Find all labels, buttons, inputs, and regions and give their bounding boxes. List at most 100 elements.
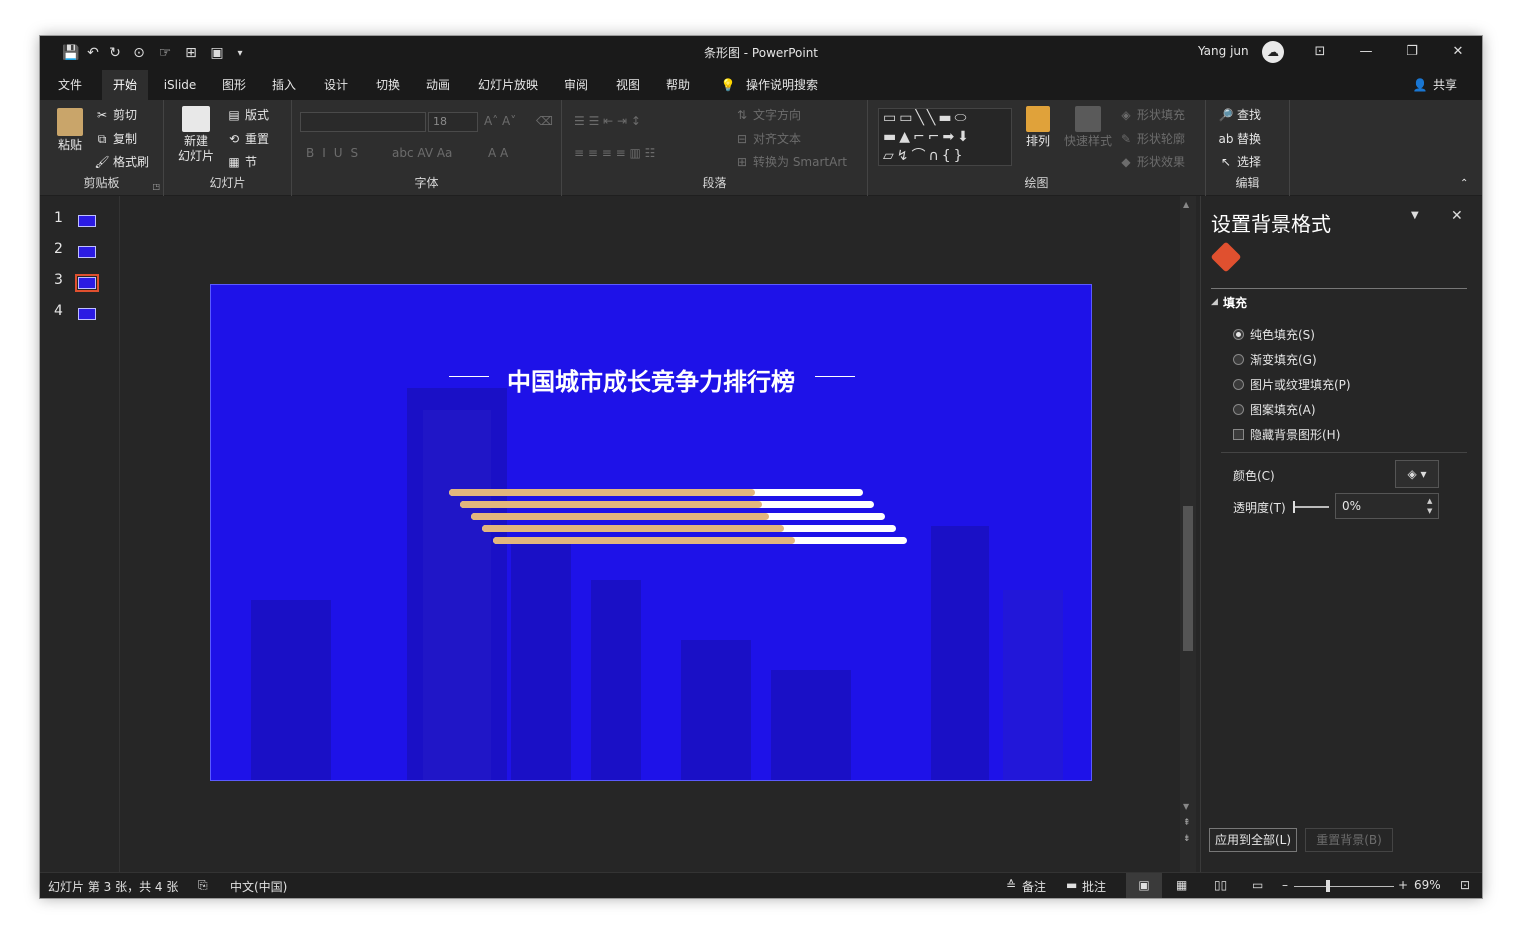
slideshow-view-icon[interactable]: ▭: [1252, 878, 1263, 892]
copy-button[interactable]: ⧉ 复制: [94, 130, 137, 147]
radio-checked[interactable]: [1233, 329, 1244, 340]
text-direction-button[interactable]: ⇅ 文字方向: [734, 106, 801, 123]
comments-button[interactable]: 批注: [1082, 878, 1106, 895]
shape-effects-button[interactable]: ◆ 形状效果: [1118, 153, 1185, 170]
format-painter-qat-icon[interactable]: ⊞: [178, 45, 204, 61]
pane-options-icon[interactable]: ▼: [1411, 210, 1419, 221]
paste-button[interactable]: 粘贴: [52, 108, 88, 153]
bar-track[interactable]: [482, 525, 896, 532]
undo-icon[interactable]: ↶: [82, 45, 104, 61]
gradient-fill-option[interactable]: 渐变填充(G): [1233, 351, 1317, 368]
tab-slideshow[interactable]: 幻灯片放映: [470, 70, 546, 100]
zoom-slider-thumb[interactable]: [1326, 880, 1330, 892]
tab-home[interactable]: 开始: [102, 70, 148, 100]
redo-icon[interactable]: ↻: [104, 45, 126, 61]
font-size-field[interactable]: 18: [428, 112, 478, 132]
font-color-icon[interactable]: A A: [488, 146, 508, 160]
quick-styles-button[interactable]: 快速样式: [1062, 106, 1114, 149]
align-icons[interactable]: ≡ ≡ ≡ ≡ ▥ ☷: [574, 146, 655, 160]
slide-title[interactable]: 中国城市成长竞争力排行榜: [211, 362, 1091, 397]
bar-track[interactable]: [471, 513, 885, 520]
slide-sorter-icon[interactable]: ▦: [1176, 878, 1187, 892]
slide-thumbnail[interactable]: [78, 246, 96, 258]
section-button[interactable]: ▦ 节: [226, 153, 257, 170]
transparency-slider[interactable]: [1293, 506, 1329, 508]
apply-to-all-button[interactable]: 应用到全部(L): [1209, 828, 1297, 852]
close-button[interactable]: ✕: [1444, 42, 1472, 62]
spin-icon[interactable]: ▲ ▼: [1427, 496, 1432, 516]
grow-font-icon[interactable]: A˄ A˅: [484, 114, 516, 128]
customize-qat-icon[interactable]: ▾: [230, 48, 250, 59]
reset-button[interactable]: ⟲ 重置: [226, 130, 269, 147]
next-slide-icon[interactable]: ⇟: [1183, 834, 1191, 844]
scroll-thumb[interactable]: [1183, 506, 1193, 651]
reset-background-button[interactable]: 重置背景(B): [1305, 828, 1393, 852]
fit-to-window-icon[interactable]: ⊡: [1460, 878, 1470, 892]
tab-animations[interactable]: 动画: [418, 70, 458, 100]
radio[interactable]: [1233, 354, 1244, 365]
notes-button[interactable]: 备注: [1022, 878, 1046, 895]
collapse-section-icon[interactable]: ◢: [1211, 297, 1218, 307]
tab-insert[interactable]: 插入: [264, 70, 304, 100]
save-icon[interactable]: 💾: [60, 45, 82, 61]
slide-thumbnail[interactable]: [78, 215, 96, 227]
font-style-buttons[interactable]: BIUS: [306, 146, 366, 160]
shapes-gallery[interactable]: ▭▭╲╲▬⬭ ▬▲⌐⌐➡⬇ ▱↯⌒∩{}: [878, 108, 1012, 166]
tab-review[interactable]: 审阅: [556, 70, 596, 100]
solid-fill-option[interactable]: 纯色填充(S): [1233, 326, 1315, 343]
clipboard-launcher-icon[interactable]: ◳: [152, 182, 160, 191]
from-beginning-icon[interactable]: ⊙: [126, 45, 152, 61]
normal-view-icon[interactable]: ▣: [1126, 873, 1162, 898]
transparency-input[interactable]: 0%: [1335, 493, 1439, 519]
slide-canvas[interactable]: 中国城市成长竞争力排行榜: [210, 284, 1092, 781]
user-avatar-icon[interactable]: ☁: [1262, 41, 1284, 63]
picture-fill-option[interactable]: 图片或纹理填充(P): [1233, 376, 1351, 393]
layout-button[interactable]: ▤ 版式: [226, 106, 269, 123]
tab-help[interactable]: 帮助: [658, 70, 698, 100]
bar-track[interactable]: [493, 537, 907, 544]
reading-view-icon[interactable]: ▯▯: [1214, 878, 1227, 892]
radio[interactable]: [1233, 404, 1244, 415]
transparency-slider-thumb[interactable]: [1293, 501, 1295, 513]
tab-view[interactable]: 视图: [608, 70, 648, 100]
find-button[interactable]: 🔎 查找: [1218, 106, 1262, 123]
select-button[interactable]: ↖ 选择: [1218, 153, 1261, 170]
ribbon-display-icon[interactable]: ⊡: [1306, 42, 1334, 62]
shape-fill-button[interactable]: ◈ 形状填充: [1118, 106, 1185, 123]
minimize-button[interactable]: —: [1352, 42, 1380, 62]
pattern-fill-option[interactable]: 图案填充(A): [1233, 401, 1316, 418]
tab-islide[interactable]: iSlide: [158, 70, 202, 100]
font-name-field[interactable]: [300, 112, 426, 132]
slide-thumbnail[interactable]: [78, 308, 96, 320]
touch-mode-icon[interactable]: ☞: [152, 45, 178, 61]
tab-file[interactable]: 文件: [50, 70, 90, 100]
zoom-in-icon[interactable]: +: [1398, 878, 1408, 892]
new-slide-button[interactable]: 新建 幻灯片: [172, 106, 220, 164]
language-indicator[interactable]: 中文(中国): [230, 878, 287, 895]
font-spacing-icon[interactable]: abc AV Aa: [392, 146, 452, 160]
fill-section-header[interactable]: 填充: [1223, 294, 1247, 311]
checkbox[interactable]: [1233, 429, 1244, 440]
format-painter-button[interactable]: 🖌 格式刷: [94, 153, 149, 170]
arrange-button[interactable]: 排列: [1018, 106, 1058, 149]
clear-format-icon[interactable]: ⌫: [536, 114, 553, 128]
tab-design[interactable]: 设计: [316, 70, 356, 100]
hide-background-graphics[interactable]: 隐藏背景图形(H): [1233, 426, 1340, 443]
bar-track[interactable]: [449, 489, 863, 496]
user-name[interactable]: Yang jun: [1198, 44, 1249, 58]
fill-bucket-icon[interactable]: [1210, 241, 1242, 273]
scroll-down-icon[interactable]: ▼: [1183, 802, 1189, 811]
prev-slide-icon[interactable]: ⇞: [1183, 818, 1191, 828]
bullets-icon[interactable]: ☰ ☰ ⇤ ⇥ ↕: [574, 114, 641, 128]
radio[interactable]: [1233, 379, 1244, 390]
align-text-button[interactable]: ⊟ 对齐文本: [734, 130, 801, 147]
zoom-slider[interactable]: [1294, 886, 1394, 887]
zoom-level[interactable]: 69%: [1414, 878, 1441, 892]
collapse-ribbon-icon[interactable]: ⌃: [1460, 178, 1468, 189]
replace-button[interactable]: ab 替换: [1218, 130, 1262, 147]
smartart-button[interactable]: ⊞ 转换为 SmartArt: [734, 153, 847, 170]
pane-close-icon[interactable]: ✕: [1451, 208, 1463, 224]
shape-qat-icon[interactable]: ▣: [204, 45, 230, 61]
tab-shapes[interactable]: 图形: [214, 70, 254, 100]
restore-button[interactable]: ❐: [1398, 42, 1426, 62]
